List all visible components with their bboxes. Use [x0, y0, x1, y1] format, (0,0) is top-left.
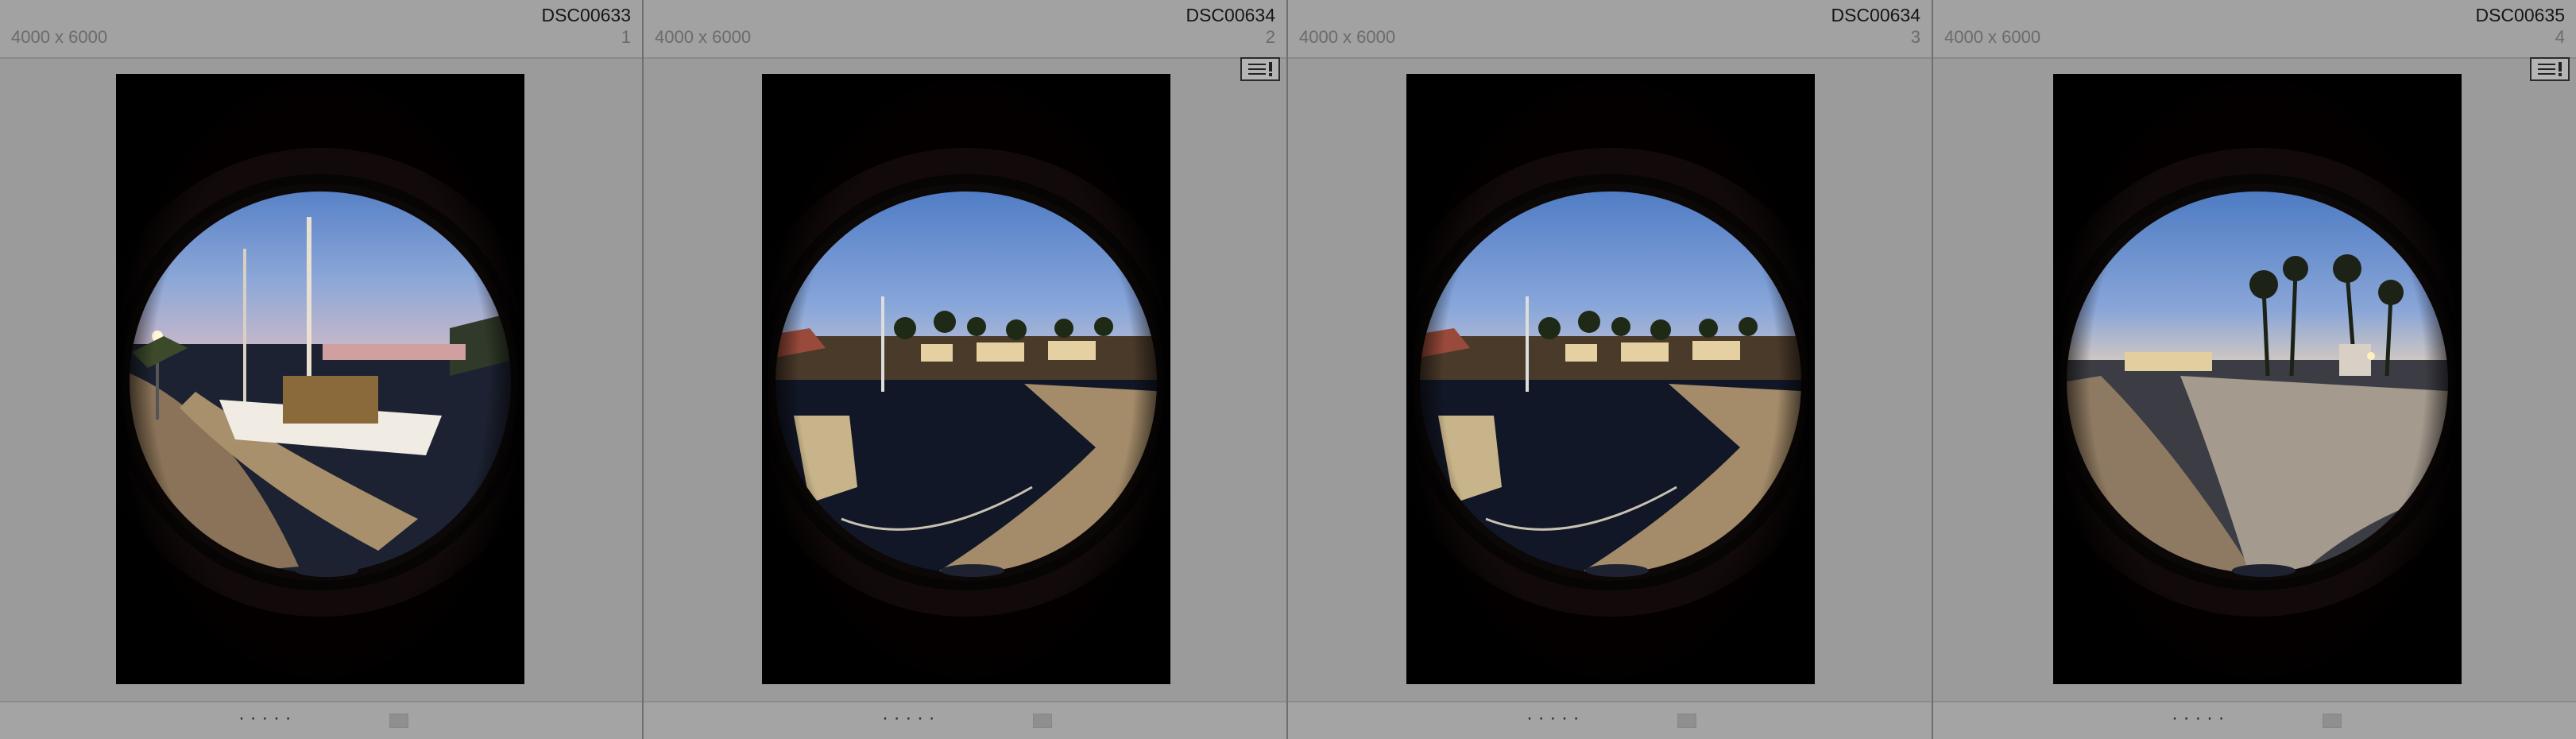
- cell-index: 4: [2555, 27, 2565, 47]
- thumbnail-cell-4[interactable]: DSC00635 4000 x 6000 4 · · · · ·: [1933, 0, 2576, 739]
- fisheye-photo-harbor: [1406, 74, 1815, 684]
- image-dimensions: 4000 x 6000: [11, 27, 108, 47]
- star-rating[interactable]: · · · · ·: [1526, 707, 1580, 729]
- fisheye-photo-sailboat: [116, 74, 524, 684]
- cell-footer: · · · · ·: [1933, 701, 2576, 739]
- filename: DSC00634: [1186, 5, 1275, 25]
- filename: DSC00633: [541, 5, 631, 25]
- filename: DSC00635: [2475, 5, 2565, 25]
- fisheye-photo-harbor: [762, 74, 1170, 684]
- metadata-warning-icon[interactable]: [1240, 57, 1280, 81]
- cell-footer: · · · · ·: [644, 701, 1286, 739]
- photo-thumbnail[interactable]: [1406, 74, 1815, 684]
- cell-header: DSC00634 4000 x 6000 3: [1288, 0, 1932, 59]
- thumbnail-cell-2[interactable]: DSC00634 4000 x 6000 2 · · · · ·: [644, 0, 1288, 739]
- star-rating[interactable]: · · · · ·: [238, 707, 292, 729]
- cell-header: DSC00633 4000 x 6000 1: [0, 0, 642, 59]
- color-label-icon[interactable]: [1033, 714, 1052, 728]
- color-label-icon[interactable]: [1677, 714, 1696, 728]
- cell-footer: · · · · ·: [0, 701, 642, 739]
- fisheye-photo-promenade: [2053, 74, 2462, 684]
- color-label-icon[interactable]: [389, 714, 408, 728]
- cell-index: 1: [621, 27, 631, 47]
- star-rating[interactable]: · · · · ·: [882, 707, 935, 729]
- metadata-warning-icon[interactable]: [2530, 57, 2570, 81]
- photo-thumbnail[interactable]: [762, 74, 1170, 684]
- cell-index: 2: [1265, 27, 1275, 47]
- image-dimensions: 4000 x 6000: [1944, 27, 2041, 47]
- filmstrip-grid: DSC00633 4000 x 6000 1 · · · · · DSC0063…: [0, 0, 2576, 739]
- image-dimensions: 4000 x 6000: [655, 27, 752, 47]
- thumbnail-cell-3[interactable]: DSC00634 4000 x 6000 3 · · · · ·: [1288, 0, 1933, 739]
- photo-thumbnail[interactable]: [116, 74, 524, 684]
- star-rating[interactable]: · · · · ·: [2172, 707, 2225, 729]
- cell-header: DSC00635 4000 x 6000 4: [1933, 0, 2576, 59]
- filename: DSC00634: [1831, 5, 1920, 25]
- thumbnail-cell-1[interactable]: DSC00633 4000 x 6000 1 · · · · ·: [0, 0, 644, 739]
- image-dimensions: 4000 x 6000: [1299, 27, 1396, 47]
- cell-footer: · · · · ·: [1288, 701, 1932, 739]
- cell-header: DSC00634 4000 x 6000 2: [644, 0, 1286, 59]
- photo-thumbnail[interactable]: [2053, 74, 2462, 684]
- cell-index: 3: [1910, 27, 1920, 47]
- color-label-icon[interactable]: [2323, 714, 2342, 728]
